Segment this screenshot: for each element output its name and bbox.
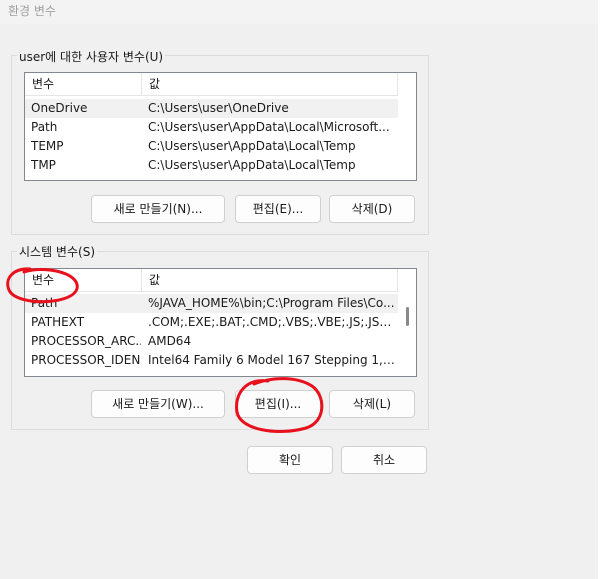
cancel-button[interactable]: 취소 xyxy=(341,446,427,474)
variable-name: PROCESSOR_IDEN... xyxy=(31,353,141,367)
variable-value: %JAVA_HOME%\bin;C:\Program Files\Co... xyxy=(148,296,395,310)
user-variables-header: 변수 값 xyxy=(25,73,398,96)
system-column-value[interactable]: 값 xyxy=(142,269,398,291)
variable-name: OneDrive xyxy=(31,101,88,115)
variable-value: C:\Users\user\OneDrive xyxy=(148,101,289,115)
variable-value: C:\Users\user\AppData\Local\Microsoft... xyxy=(148,120,390,134)
variable-value: AMD64 xyxy=(148,334,192,348)
system-list-scrollbar[interactable] xyxy=(400,269,416,376)
system-edit-button[interactable]: 편집(I)... xyxy=(235,390,321,418)
variable-value: Intel64 Family 6 Model 167 Stepping 1, G… xyxy=(148,353,398,367)
user-variables-list[interactable]: 변수 값 OneDrive C:\Users\user\OneDrive Pat… xyxy=(24,72,417,181)
user-variables-label: user에 대한 사용자 변수(U) xyxy=(17,48,166,65)
ok-button[interactable]: 확인 xyxy=(247,446,333,474)
user-column-value[interactable]: 값 xyxy=(142,73,398,95)
system-variables-label: 시스템 변수(S) xyxy=(17,243,97,260)
variable-name: PROCESSOR_ARC... xyxy=(31,334,141,348)
user-variable-row[interactable]: OneDrive C:\Users\user\OneDrive xyxy=(25,99,398,118)
variable-value: C:\Users\user\AppData\Local\Temp xyxy=(148,139,356,153)
system-variable-row[interactable]: PATHEXT .COM;.EXE;.BAT;.CMD;.VBS;.VBE;.J… xyxy=(25,313,398,332)
title-bar[interactable]: 환경 변수 xyxy=(0,0,598,24)
user-variable-row[interactable]: TEMP C:\Users\user\AppData\Local\Temp xyxy=(25,137,398,156)
variable-name: TMP xyxy=(31,158,56,172)
system-new-button[interactable]: 새로 만들기(W)... xyxy=(91,390,225,418)
system-variable-row[interactable]: Path %JAVA_HOME%\bin;C:\Program Files\Co… xyxy=(25,294,398,313)
user-delete-button[interactable]: 삭제(D) xyxy=(329,195,415,223)
variable-name: Path xyxy=(31,120,58,134)
user-variable-row[interactable]: TMP C:\Users\user\AppData\Local\Temp xyxy=(25,156,398,175)
user-list-scrollbar[interactable] xyxy=(400,73,416,180)
user-variable-row[interactable]: Path C:\Users\user\AppData\Local\Microso… xyxy=(25,118,398,137)
variable-name: TEMP xyxy=(31,139,64,153)
window-title: 환경 변수 xyxy=(8,4,56,18)
scrollbar-thumb-icon[interactable] xyxy=(406,307,409,326)
user-new-button[interactable]: 새로 만들기(N)... xyxy=(91,195,225,223)
variable-value: C:\Users\user\AppData\Local\Temp xyxy=(148,158,356,172)
system-variables-list[interactable]: 변수 값 Path %JAVA_HOME%\bin;C:\Program Fil… xyxy=(24,268,417,377)
system-variables-header: 변수 값 xyxy=(25,269,398,292)
system-column-name[interactable]: 변수 xyxy=(25,269,142,291)
variable-value: .COM;.EXE;.BAT;.CMD;.VBS;.VBE;.JS;.JSE;.… xyxy=(148,315,398,329)
variable-name: PATHEXT xyxy=(31,315,85,329)
environment-variables-dialog: 환경 변수 user에 대한 사용자 변수(U) 변수 값 OneDrive C… xyxy=(0,0,598,579)
user-column-name[interactable]: 변수 xyxy=(25,73,142,95)
system-delete-button[interactable]: 삭제(L) xyxy=(329,390,415,418)
system-variable-row[interactable]: PROCESSOR_ARC... AMD64 xyxy=(25,332,398,351)
background-edge xyxy=(598,0,604,579)
variable-name: Path xyxy=(31,296,58,310)
user-edit-button[interactable]: 편집(E)... xyxy=(235,195,321,223)
system-variable-row[interactable]: PROCESSOR_IDEN... Intel64 Family 6 Model… xyxy=(25,351,398,370)
